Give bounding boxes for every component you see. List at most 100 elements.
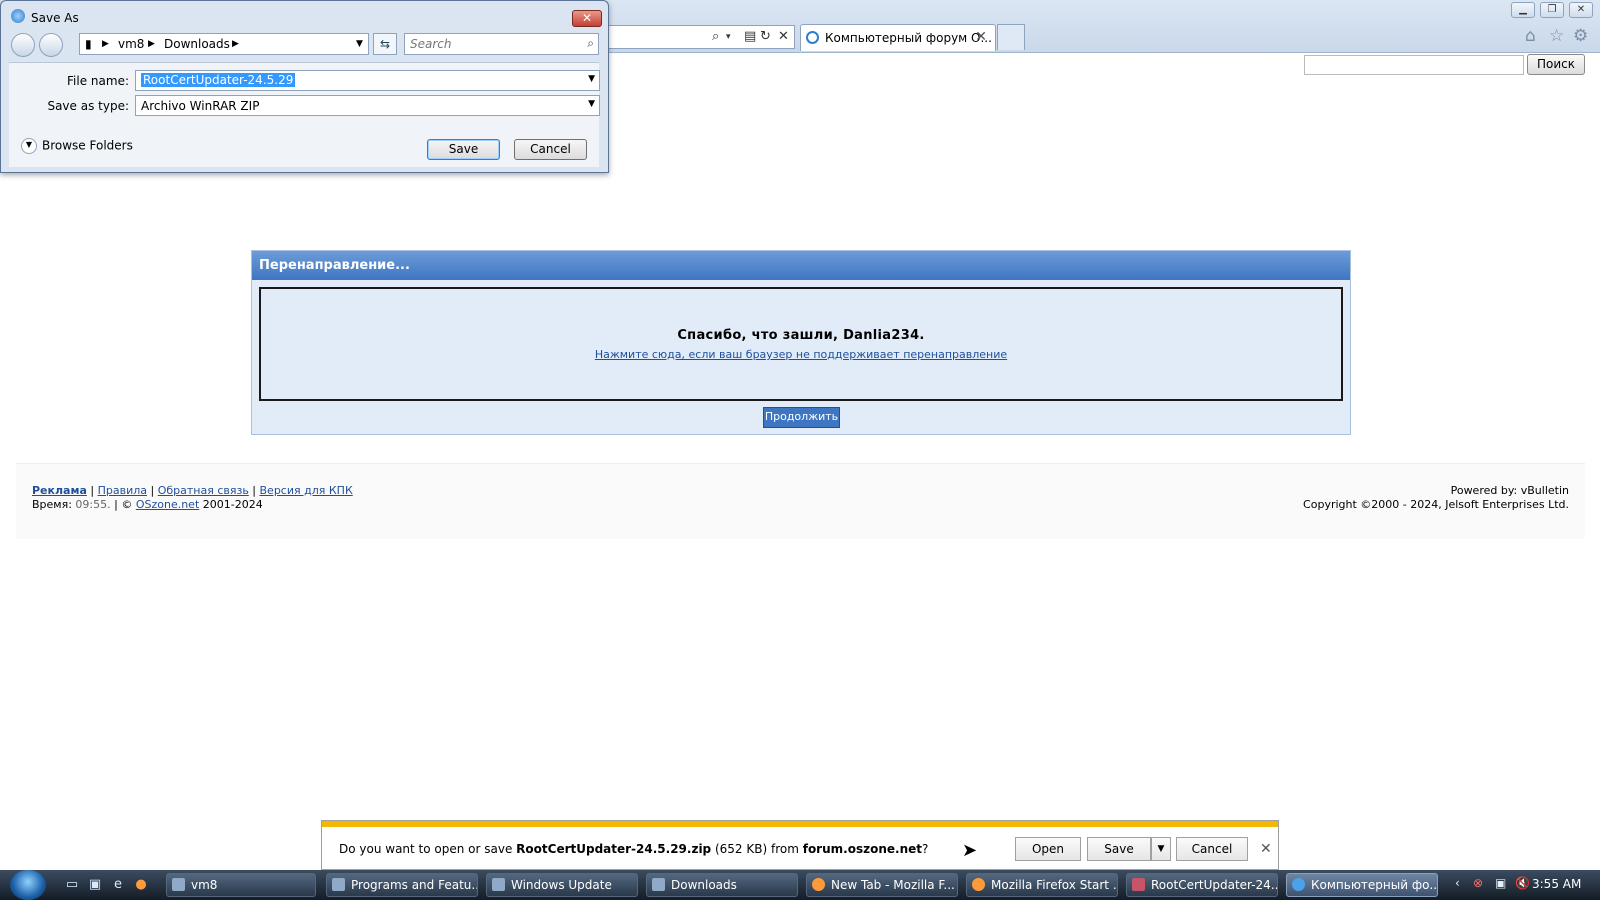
save-type-select[interactable]: Archivo WinRAR ZIP ▼ [135,95,600,116]
chevron-down-icon[interactable]: ▼ [356,39,363,49]
security-alert-icon[interactable]: ⊗ [1473,876,1483,890]
taskbar: ▭ ▣ e ● vm8 Programs and Featu... Window… [0,870,1600,900]
restore-button[interactable]: ❐ [1540,2,1564,18]
new-tab-button[interactable] [997,24,1025,50]
firefox-icon[interactable]: ● [133,877,149,893]
notification-prefix: Do you want to open or save [339,842,517,856]
chevron-right-icon[interactable]: ▶ [232,39,239,49]
tab-close-icon[interactable]: ✕ [975,29,987,45]
compatibility-icon[interactable]: ▤ [744,29,756,44]
task-vm8[interactable]: vm8 [166,873,316,897]
ie-favicon-icon [806,31,819,44]
path-segment-downloads[interactable]: Downloads [164,37,230,51]
task-ie-forum[interactable]: Компьютерный фо... [1286,873,1438,897]
path-breadcrumb[interactable]: ▮ ▶ vm8 ▶ Downloads ▶ ▼ [79,33,369,55]
tab-active[interactable]: Компьютерный форум О... ✕ [800,24,996,51]
switch-windows-icon[interactable]: ▣ [87,877,103,893]
chevron-down-icon[interactable]: ▼ [588,74,595,84]
volume-muted-icon[interactable]: 🔇 [1515,876,1530,890]
dialog-close-button[interactable]: ✕ [572,10,602,27]
chevron-down-icon[interactable]: ▼ [588,99,595,109]
notification-stripe [322,821,1278,827]
footer-link-ads[interactable]: Реклама [32,484,87,497]
task-downloads[interactable]: Downloads [646,873,798,897]
forum-search-input[interactable] [1304,55,1524,75]
redirect-link[interactable]: Нажмите сюда, если ваш браузер не поддер… [261,348,1341,361]
footer-years: 2001-2024 [202,498,263,511]
refresh-icon[interactable]: ↻ [760,29,771,44]
task-rootcertupdater[interactable]: RootCertUpdater-24... [1126,873,1278,897]
notification-cancel-button[interactable]: Cancel [1176,837,1248,861]
stop-icon[interactable]: ✕ [778,29,789,44]
forum-search-button[interactable]: Поиск [1527,54,1585,75]
task-programs[interactable]: Programs and Featu... [326,873,478,897]
continue-button[interactable]: Продолжить [763,407,840,428]
forward-button[interactable] [39,33,63,57]
task-label: Programs and Featu... [351,878,478,892]
footer-right: Powered by: vBulletin Copyright ©2000 - … [1303,484,1569,512]
browse-folders-toggle[interactable]: ▼ Browse Folders [21,138,133,154]
dialog-search-input[interactable]: Search ⌕ [404,33,599,55]
gear-icon[interactable]: ⚙ [1573,26,1588,46]
time-value: 09:55. [75,498,111,511]
refresh-icon[interactable]: ⇆ [373,33,397,55]
dialog-titlebar[interactable]: Save As ✕ [1,1,608,27]
task-icon [332,878,345,891]
mouse-cursor-icon: ➤ [962,840,978,861]
dialog-title: Save As [31,11,79,25]
redirect-message-box: Спасибо, что зашли, Danlia234. Нажмите с… [259,287,1343,401]
show-desktop-icon[interactable]: ▭ [64,877,80,893]
close-window-button[interactable]: ✕ [1569,2,1593,18]
task-label: Компьютерный фо... [1311,878,1438,892]
address-bar[interactable]: ⌕ ▾ ▤ ↻ ✕ [608,25,795,49]
clock[interactable]: 3:55 AM [1532,877,1581,891]
footer-link-pda[interactable]: Версия для КПК [260,484,353,497]
file-name-value: RootCertUpdater-24.5.29 [141,73,296,87]
network-icon[interactable]: ▣ [1495,876,1506,890]
task-firefox-start[interactable]: Mozilla Firefox Start ... [966,873,1118,897]
task-icon [1132,878,1145,891]
copyright: Copyright ©2000 - 2024, Jelsoft Enterpri… [1303,498,1569,511]
file-name-field[interactable]: RootCertUpdater-24.5.29 ▼ [135,70,600,91]
task-icon [972,878,985,891]
download-notification-bar: Do you want to open or save RootCertUpda… [321,820,1279,870]
task-label: vm8 [191,878,218,892]
save-button[interactable]: Save [427,139,500,160]
notification-file: RootCertUpdater-24.5.29.zip [516,842,712,856]
task-new-tab-firefox[interactable]: New Tab - Mozilla F... [806,873,958,897]
notification-size: (652 KB) from [711,842,803,856]
search-icon[interactable]: ⌕ [712,29,719,44]
chevron-right-icon[interactable]: ▶ [102,39,109,49]
dialog-app-icon [11,9,25,23]
ie-icon[interactable]: e [110,877,126,893]
open-button[interactable]: Open [1015,837,1081,861]
dropdown-icon[interactable]: ▾ [726,32,731,42]
footer-site-link[interactable]: OSzone.net [136,498,199,511]
save-options-chevron-icon[interactable]: ▼ [1151,837,1171,861]
search-icon[interactable]: ⌕ [587,36,594,51]
footer-link-feedback[interactable]: Обратная связь [158,484,249,497]
notification-save-button[interactable]: Save [1087,837,1151,861]
task-label: Windows Update [511,878,612,892]
powered-by: Powered by: vBulletin [1450,484,1569,497]
save-type-label: Save as type: [47,99,129,113]
start-button[interactable] [10,870,46,900]
chevron-right-icon[interactable]: ▶ [148,39,155,49]
minimize-button[interactable]: ▁ [1511,2,1535,18]
save-type-value: Archivo WinRAR ZIP [141,99,260,113]
footer-link-rules[interactable]: Правила [98,484,147,497]
cancel-button[interactable]: Cancel [514,139,587,160]
task-icon [492,878,505,891]
home-icon[interactable]: ⌂ [1525,26,1536,46]
task-windows-update[interactable]: Windows Update [486,873,638,897]
task-icon [172,878,185,891]
tray-expand-icon[interactable]: ‹ [1455,876,1460,890]
task-label: Downloads [671,878,737,892]
path-segment-vm8[interactable]: vm8 [118,37,144,51]
back-button[interactable] [11,33,35,57]
notification-close-icon[interactable]: ✕ [1260,841,1272,857]
task-icon [1292,878,1305,891]
favorites-star-icon[interactable]: ☆ [1549,26,1564,46]
expand-icon: ▼ [21,138,37,154]
task-label: Mozilla Firefox Start ... [991,878,1118,892]
